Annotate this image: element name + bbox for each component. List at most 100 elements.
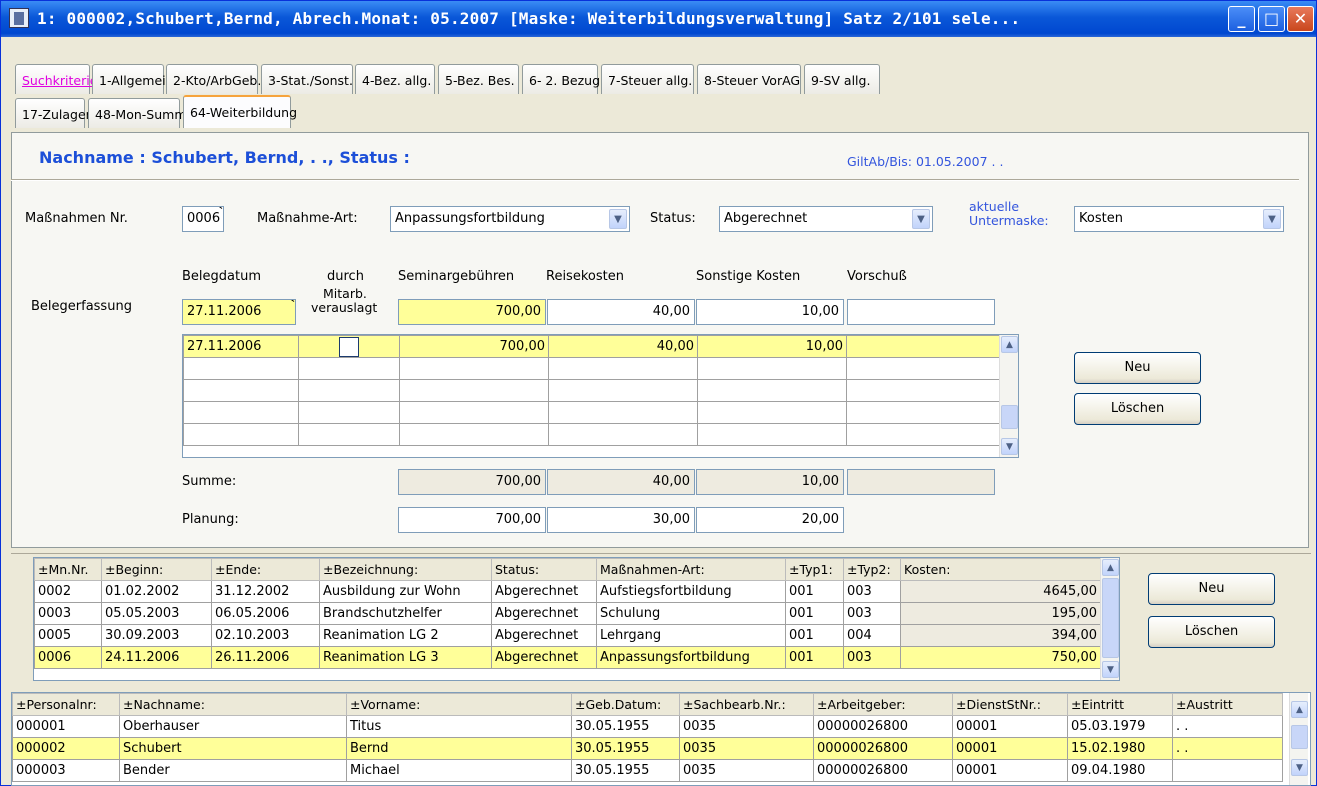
table-cell[interactable]: 003 bbox=[843, 580, 901, 603]
scroll-thumb[interactable] bbox=[1001, 405, 1018, 429]
table-cell[interactable]: 0035 bbox=[679, 715, 814, 738]
table-cell[interactable]: 15.02.1980 bbox=[1067, 737, 1173, 760]
table-cell[interactable]: 06.05.2006 bbox=[211, 602, 320, 625]
massnahmen-neu-button[interactable]: Neu bbox=[1148, 573, 1275, 605]
table-row[interactable]: 0006 24.11.2006 26.11.2006 Reanimation LG 3… bbox=[34, 646, 1101, 669]
beleg-loeschen-button[interactable]: Löschen bbox=[1074, 393, 1201, 425]
tab-kto-arbgeb[interactable]: 2-Kto/ArbGeb. bbox=[166, 64, 261, 94]
table-row[interactable]: 0002 01.02.2002 31.12.2002 Ausbildung zur W… bbox=[34, 580, 1101, 603]
table-row[interactable]: 0005 30.09.2003 02.10.2003 Reanimation LG 2… bbox=[34, 624, 1101, 647]
planung-reise[interactable]: 30,00 bbox=[547, 507, 695, 533]
scroll-down-icon[interactable]: ▼ bbox=[1001, 438, 1018, 455]
column-header[interactable]: ±Vorname: bbox=[346, 693, 572, 716]
table-cell[interactable]: 0005 bbox=[34, 624, 102, 647]
table-cell[interactable]: 750,00 bbox=[900, 646, 1101, 669]
table-cell[interactable]: 001 bbox=[785, 646, 844, 669]
tab-bez-bes[interactable]: 5-Bez. Bes. bbox=[438, 64, 519, 94]
table-cell[interactable]: 30.05.1955 bbox=[571, 737, 680, 760]
scroll-up-icon[interactable]: ▲ bbox=[1001, 336, 1018, 353]
column-header[interactable]: Status: bbox=[491, 558, 597, 581]
table-row[interactable]: 000001 Oberhauser Titus 30.05.1955 0035 00000… bbox=[12, 715, 1283, 738]
table-row[interactable]: 0003 05.05.2003 06.05.2006 Brandschutzhelfe… bbox=[34, 602, 1101, 625]
table-cell[interactable]: Aufstiegsfortbildung bbox=[596, 580, 786, 603]
column-header[interactable]: ±Sachbearb.Nr.: bbox=[679, 693, 814, 716]
table-row[interactable]: 27.11.2006 700,00 40,00 10,00 bbox=[183, 335, 1000, 358]
table-cell[interactable]: Bender bbox=[119, 759, 347, 782]
table-cell[interactable]: Titus bbox=[346, 715, 572, 738]
planung-sonstige[interactable]: 20,00 bbox=[696, 507, 844, 533]
planung-seminar[interactable]: 700,00 bbox=[398, 507, 546, 533]
column-header[interactable]: Maßnahmen-Art: bbox=[596, 558, 786, 581]
scroll-thumb[interactable] bbox=[1291, 725, 1308, 749]
column-header[interactable]: ±Bezeichnung: bbox=[319, 558, 492, 581]
cell-seminar[interactable]: 700,00 bbox=[399, 335, 549, 358]
cell-vorschuss[interactable] bbox=[846, 335, 1000, 358]
table-cell[interactable]: 00001 bbox=[952, 759, 1068, 782]
table-cell[interactable]: 0006 bbox=[34, 646, 102, 669]
table-row[interactable]: 000002 Schubert Bernd 30.05.1955 0035 0000002… bbox=[12, 737, 1283, 760]
table-row[interactable] bbox=[183, 379, 1000, 402]
beleg-scrollbar[interactable]: ▲ ▼ bbox=[999, 335, 1018, 457]
table-cell[interactable]: 05.03.1979 bbox=[1067, 715, 1173, 738]
table-cell[interactable]: 0035 bbox=[679, 759, 814, 782]
column-header[interactable]: ±DienstStNr.: bbox=[952, 693, 1068, 716]
column-header[interactable]: ±Nachname: bbox=[119, 693, 347, 716]
beleg-neu-button[interactable]: Neu bbox=[1074, 352, 1201, 384]
column-header[interactable]: ±Mn.Nr. bbox=[34, 558, 102, 581]
scroll-down-icon[interactable]: ▼ bbox=[1102, 661, 1119, 678]
tab-weiterbildung[interactable]: 64-Weiterbildung bbox=[183, 95, 297, 128]
table-cell[interactable]: 000002 bbox=[12, 737, 120, 760]
table-cell[interactable]: Brandschutzhelfer bbox=[319, 602, 492, 625]
table-cell[interactable]: Abgerechnet bbox=[491, 624, 597, 647]
scroll-up-icon[interactable]: ▲ bbox=[1102, 559, 1119, 576]
tab-2-bezug[interactable]: 6- 2. Bezug bbox=[522, 64, 600, 94]
table-cell[interactable]: 24.11.2006 bbox=[101, 646, 212, 669]
status-select[interactable]: Abgerechnet ▼ bbox=[719, 206, 933, 232]
table-cell[interactable]: Bernd bbox=[346, 737, 572, 760]
table-cell[interactable]: 05.05.2003 bbox=[101, 602, 212, 625]
table-cell[interactable]: 003 bbox=[843, 646, 901, 669]
tab-allgemein[interactable]: 1-Allgemein bbox=[92, 64, 174, 94]
cell-sonstige[interactable]: 10,00 bbox=[697, 335, 847, 358]
table-cell[interactable]: Reanimation LG 3 bbox=[319, 646, 492, 669]
tab-steuer-allg[interactable]: 7-Steuer allg. bbox=[601, 64, 694, 94]
table-cell[interactable]: Abgerechnet bbox=[491, 580, 597, 603]
table-cell[interactable]: 02.10.2003 bbox=[211, 624, 320, 647]
table-cell[interactable]: 00000026800 bbox=[813, 715, 953, 738]
table-cell[interactable]: 004 bbox=[843, 624, 901, 647]
table-row[interactable] bbox=[183, 423, 1000, 446]
table-cell[interactable]: 01.02.2002 bbox=[101, 580, 212, 603]
column-header[interactable]: ±Beginn: bbox=[101, 558, 212, 581]
table-cell[interactable]: 0003 bbox=[34, 602, 102, 625]
tab-sv-allg[interactable]: 9-SV allg. bbox=[804, 64, 880, 94]
table-cell[interactable]: 001 bbox=[785, 580, 844, 603]
table-cell[interactable]: 00000026800 bbox=[813, 737, 953, 760]
personal-scrollbar[interactable]: ▲ ▼ bbox=[1289, 693, 1308, 785]
massnahme-art-select[interactable]: Anpassungsfortbildung ▼ bbox=[390, 206, 630, 232]
seminargebuehren-input[interactable]: 700,00 bbox=[398, 299, 546, 325]
untermaske-select[interactable]: Kosten ▼ bbox=[1074, 206, 1284, 232]
massnahmen-nr-field[interactable]: 0006 bbox=[182, 206, 224, 232]
table-cell[interactable]: 000001 bbox=[12, 715, 120, 738]
table-cell[interactable]: Reanimation LG 2 bbox=[319, 624, 492, 647]
table-cell[interactable]: 000003 bbox=[12, 759, 120, 782]
table-cell[interactable]: 0035 bbox=[679, 737, 814, 760]
maximize-button[interactable]: □ bbox=[1258, 6, 1285, 32]
table-cell[interactable]: 30.09.2003 bbox=[101, 624, 212, 647]
title-bar[interactable]: 1: 000002,Schubert,Bernd, Abrech.Monat: … bbox=[1, 1, 1316, 37]
table-cell[interactable]: 4645,00 bbox=[900, 580, 1101, 603]
tab-zulagen[interactable]: 17-Zulagen bbox=[15, 98, 94, 128]
table-cell[interactable]: 30.05.1955 bbox=[571, 715, 680, 738]
massnahmen-scrollbar[interactable]: ▲ ▼ bbox=[1100, 558, 1119, 680]
cell-verauslagt[interactable] bbox=[298, 335, 400, 358]
table-cell[interactable]: Abgerechnet bbox=[491, 646, 597, 669]
belegdatum-input[interactable]: 27.11.2006 bbox=[182, 299, 296, 325]
table-cell[interactable]: 001 bbox=[785, 624, 844, 647]
column-header[interactable]: ±Personalnr: bbox=[12, 693, 120, 716]
table-cell[interactable]: 003 bbox=[843, 602, 901, 625]
column-header[interactable]: ±Typ2: bbox=[843, 558, 901, 581]
table-cell[interactable]: Schulung bbox=[596, 602, 786, 625]
table-cell[interactable]: Abgerechnet bbox=[491, 602, 597, 625]
column-header[interactable]: ±Geb.Datum: bbox=[571, 693, 680, 716]
minimize-button[interactable]: _ bbox=[1228, 6, 1255, 32]
